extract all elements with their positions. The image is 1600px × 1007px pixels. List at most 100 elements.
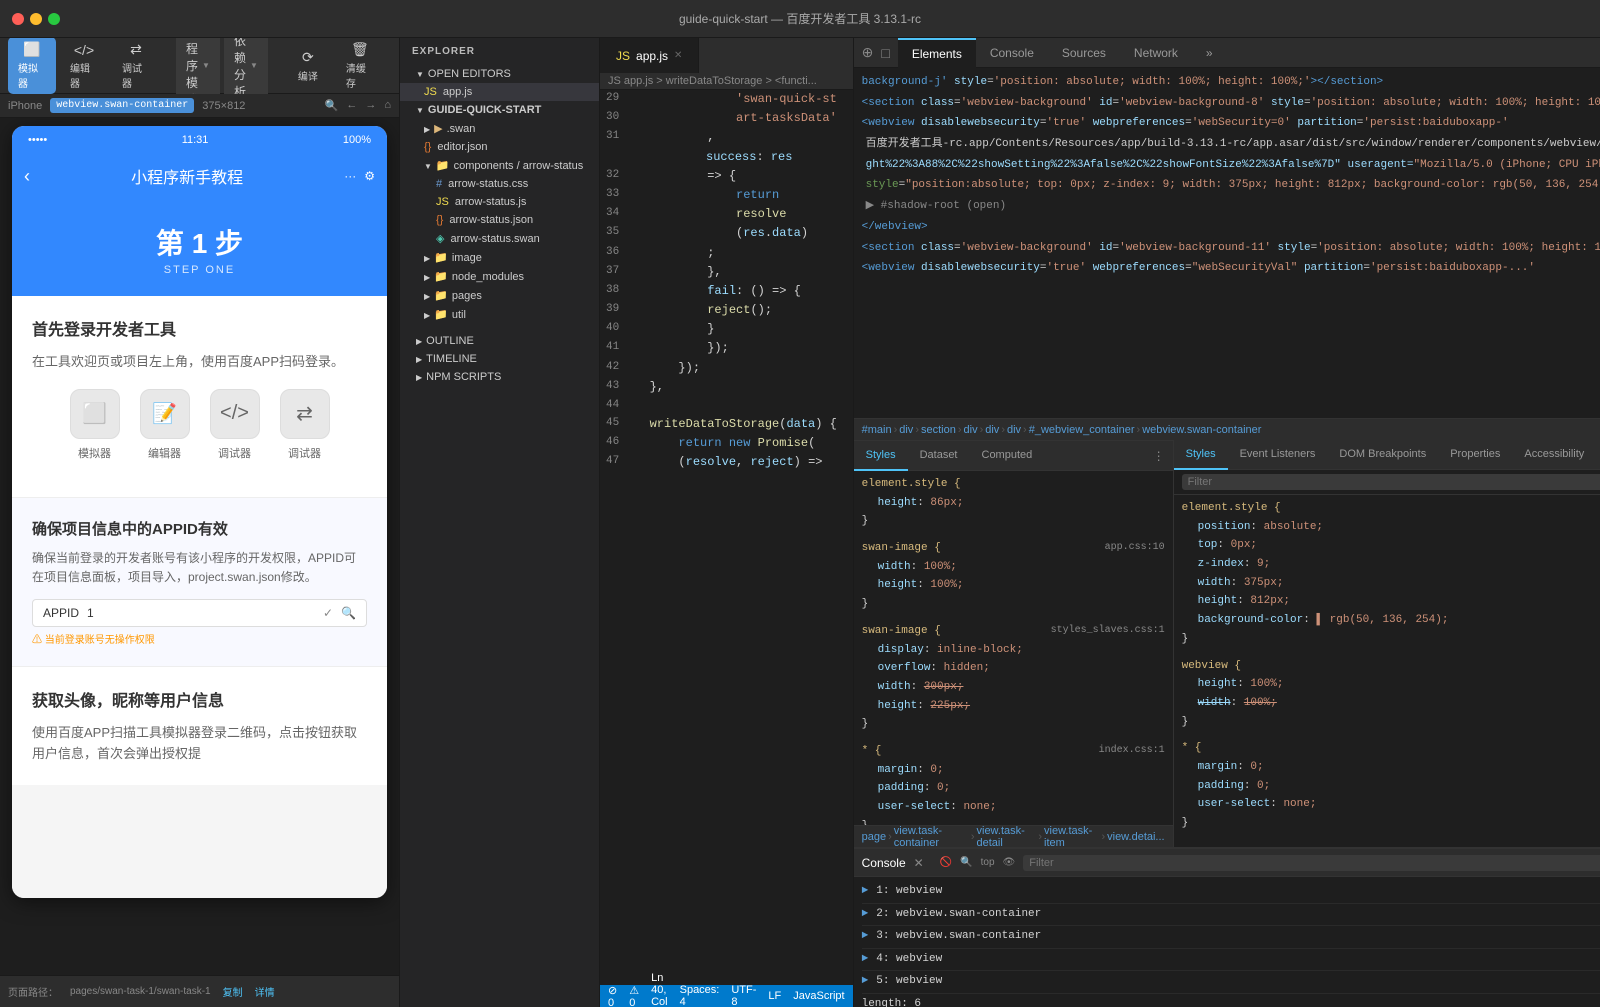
tab-close-icon[interactable]: ✕	[674, 50, 682, 61]
bc-task-container[interactable]: view.task-container	[894, 825, 969, 847]
dom-item[interactable]: <section class='webview-background' id='…	[858, 93, 1600, 114]
timeline-section[interactable]: TIMELINE	[400, 350, 599, 368]
minimize-button[interactable]	[30, 13, 42, 25]
arrow-css-file[interactable]: # arrow-status.css	[400, 175, 599, 193]
project-section[interactable]: GUIDE-QUICK-START	[400, 101, 599, 119]
bc-main[interactable]: #main	[862, 424, 892, 436]
expand-icon-4[interactable]: ►	[862, 951, 869, 969]
open-editors-section[interactable]: OPEN EDITORS	[400, 65, 599, 83]
bc-section[interactable]: section	[921, 424, 956, 436]
tab-console[interactable]: Console	[976, 38, 1048, 68]
dom-item[interactable]: background-j' style='position: absolute;…	[858, 72, 1600, 93]
image-folder[interactable]: 📁 image	[400, 248, 599, 267]
console-eye-icon[interactable]: 👁	[1003, 857, 1016, 868]
tab-swan-computed[interactable]: Computed	[970, 441, 1045, 471]
dimensions-label: 375×812	[202, 100, 245, 112]
maximize-button[interactable]	[48, 13, 60, 25]
arrow-json-file[interactable]: {} arrow-status.json	[400, 211, 599, 229]
tab-swan-dataset[interactable]: Dataset	[908, 441, 970, 471]
bc-task-detail[interactable]: view.task-detail	[977, 825, 1037, 847]
bc-webview-container[interactable]: #_webview_container	[1029, 424, 1135, 436]
phone-nav: ‹ 小程序新手教程 ··· ⚙	[12, 154, 387, 198]
bc-div3[interactable]: div	[985, 424, 999, 436]
expand-icon[interactable]: ►	[862, 883, 869, 901]
swan-panel-menu[interactable]: ⋮	[1145, 449, 1173, 463]
arrow-js-file[interactable]: JS arrow-status.js	[400, 193, 599, 211]
tab-elements[interactable]: Elements	[898, 38, 976, 68]
compile-btn[interactable]: ⟳ 编译	[284, 45, 332, 87]
status-encoding: UTF-8	[731, 984, 756, 1007]
tab-sources[interactable]: Sources	[1048, 38, 1120, 68]
expand-icon-5[interactable]: ►	[862, 973, 869, 991]
bc-view-detail[interactable]: view.detai...	[1107, 831, 1164, 843]
tab-accessibility[interactable]: Accessibility	[1512, 440, 1596, 470]
bc-div1[interactable]: div	[899, 424, 913, 436]
components-folder[interactable]: 📁 components / arrow-status	[400, 156, 599, 175]
expand-icon-3[interactable]: ►	[862, 928, 869, 946]
code-line: 45 writeDataToStorage(data) {	[600, 415, 853, 434]
tab-event-listeners[interactable]: Event Listeners	[1228, 440, 1328, 470]
analysis-dropdown[interactable]: 依赖分析 ▼	[224, 28, 268, 104]
nav-more-icon[interactable]: ···	[344, 169, 356, 183]
back-icon[interactable]: ←	[346, 99, 357, 112]
detail-btn[interactable]: 详情	[255, 984, 275, 999]
console-clear-icon[interactable]: 🚫	[940, 857, 952, 868]
appid-row: APPID 1 ✓ 🔍	[32, 599, 367, 627]
nav-settings-icon[interactable]: ⚙	[364, 169, 375, 183]
bc-task-item[interactable]: view.task-item	[1044, 825, 1099, 847]
tab-properties[interactable]: Properties	[1438, 440, 1512, 470]
search-icon[interactable]: 🔍	[325, 99, 339, 112]
app-js-tab[interactable]: JS app.js ✕	[600, 38, 699, 73]
devtools-cursor-icon[interactable]: ⊕	[862, 44, 874, 61]
styles-content: element.style { position: absolute; top:…	[1174, 495, 1600, 847]
debug2-app-label: 调试器	[288, 445, 321, 461]
tab-more[interactable]: »	[1192, 38, 1227, 68]
tab-dom-breakpoints[interactable]: DOM Breakpoints	[1327, 440, 1438, 470]
console-filter-icon[interactable]: 🔍	[960, 857, 972, 868]
code-content[interactable]: 29 'swan-quick-st 30 art-tasksData' 31 ,	[600, 90, 853, 985]
tab-styles[interactable]: Styles	[1174, 440, 1228, 470]
open-file-item[interactable]: JS app.js	[400, 83, 599, 101]
console-close-icon[interactable]: ✕	[914, 856, 924, 870]
page-path-label: 页面路径：	[8, 984, 58, 999]
editor-json-file[interactable]: {} editor.json	[400, 138, 599, 156]
console-item: ► 3: webview.swan-container	[862, 926, 1600, 949]
forward-icon[interactable]: →	[365, 99, 376, 112]
debugger-btn[interactable]: ⇄ 调试器	[112, 37, 160, 94]
simulator-btn[interactable]: ⬜ 模拟器	[8, 37, 56, 94]
tab-network[interactable]: Network	[1120, 38, 1192, 68]
close-button[interactable]	[12, 13, 24, 25]
dom-item[interactable]: <webview disablewebsecurity='true' webpr…	[858, 258, 1600, 279]
copy-btn[interactable]: 复制	[223, 984, 243, 999]
devtools-mobile-icon[interactable]: □	[881, 45, 889, 61]
npm-scripts-section[interactable]: NPM SCRIPTS	[400, 368, 599, 386]
dom-item[interactable]: ght%22%3A88%2C%22showSetting%22%3Afalse%…	[858, 155, 1600, 176]
console-tab-label[interactable]: Console	[862, 856, 906, 870]
bc-swan-container[interactable]: webview.swan-container	[1142, 424, 1261, 436]
shadow-root-item[interactable]: ▶ #shadow-root (open)	[858, 196, 1600, 217]
appid-check-icon[interactable]: ✓	[323, 606, 333, 620]
bc-div4[interactable]: div	[1007, 424, 1021, 436]
arrow-swan-file[interactable]: ◈ arrow-status.swan	[400, 229, 599, 248]
bc-page[interactable]: page	[862, 831, 886, 843]
node-modules-folder[interactable]: 📁 node_modules	[400, 267, 599, 286]
dom-item[interactable]: style="position:absolute; top: 0px; z-in…	[858, 175, 1600, 196]
swan-folder[interactable]: ▶ .swan	[400, 119, 599, 138]
editor-btn[interactable]: </> 编辑器	[60, 38, 108, 94]
expand-icon-2[interactable]: ►	[862, 906, 869, 924]
style-filter-input[interactable]	[1182, 474, 1600, 490]
dom-item[interactable]: 百度开发者工具-rc.app/Contents/Resources/app/bu…	[858, 134, 1600, 155]
tab-swan-styles[interactable]: Styles	[854, 441, 908, 471]
dom-item[interactable]: <webview disablewebsecurity='true' webpr…	[858, 113, 1600, 134]
console-filter-input[interactable]	[1023, 855, 1600, 871]
appid-search-icon[interactable]: 🔍	[341, 606, 356, 620]
util-folder[interactable]: 📁 util	[400, 305, 599, 324]
pages-folder[interactable]: 📁 pages	[400, 286, 599, 305]
bc-div2[interactable]: div	[964, 424, 978, 436]
dom-item[interactable]: <section class='webview-background' id='…	[858, 238, 1600, 259]
outline-section[interactable]: OUTLINE	[400, 332, 599, 350]
dom-item[interactable]: </webview>	[858, 217, 1600, 238]
cache-btn[interactable]: 🗑 清缓存	[336, 37, 384, 94]
home-icon[interactable]: ⌂	[384, 99, 391, 112]
element-style-right: element.style { position: absolute; top:…	[1182, 499, 1600, 649]
